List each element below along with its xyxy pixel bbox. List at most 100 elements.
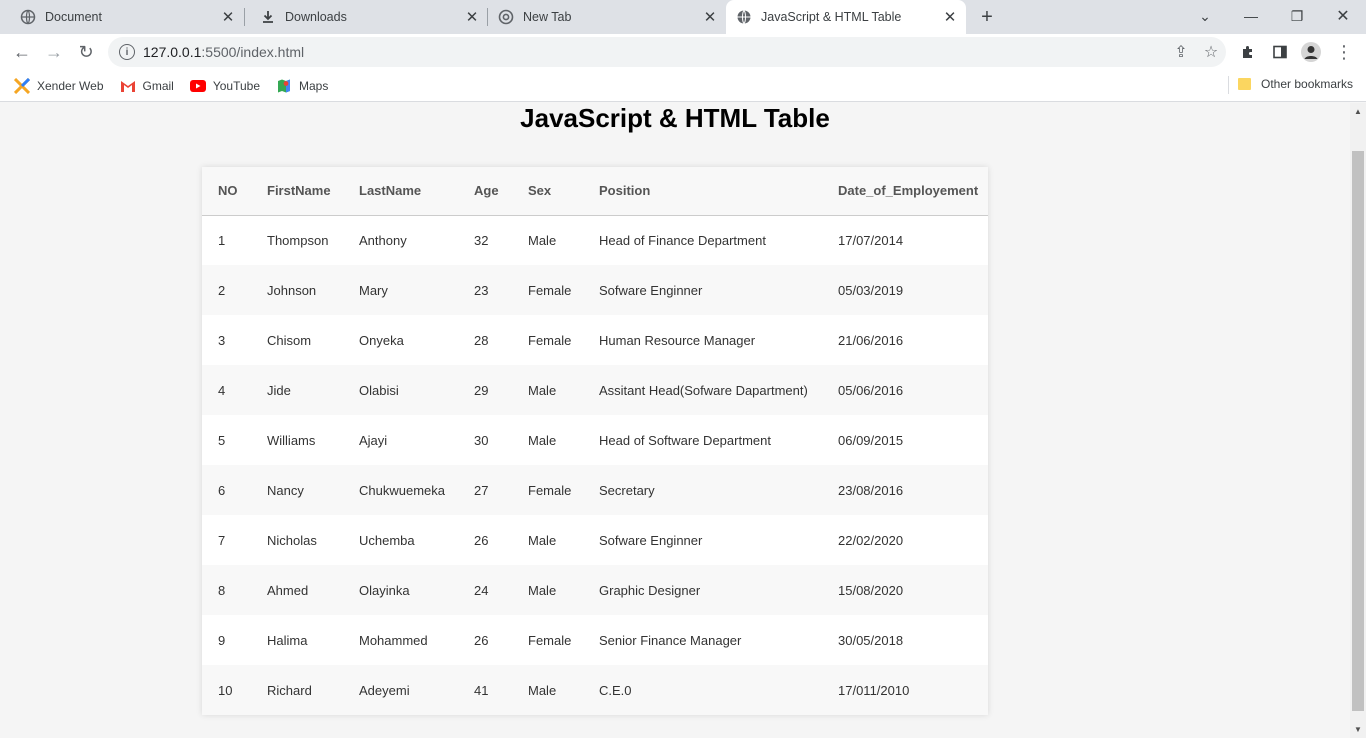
table-cell: 21/06/2016 bbox=[838, 332, 904, 348]
table-cell: Assitant Head(Sofware Dapartment) bbox=[584, 365, 823, 415]
table-cell: Male bbox=[528, 532, 557, 548]
table-cell: 1 bbox=[218, 232, 226, 248]
tab-downloads[interactable]: Downloads ✕ bbox=[245, 0, 488, 34]
table-cell: 28 bbox=[474, 332, 489, 348]
table-cell: Onyeka bbox=[359, 332, 404, 348]
vertical-scrollbar[interactable]: ▲ ▼ bbox=[1350, 103, 1366, 738]
scrollbar-thumb[interactable] bbox=[1352, 151, 1364, 711]
restore-icon[interactable]: ❐ bbox=[1274, 0, 1320, 32]
bookmark-youtube[interactable]: YouTube bbox=[182, 74, 268, 98]
table-cell: 32 bbox=[474, 232, 489, 248]
table-cell: Female bbox=[528, 632, 572, 648]
chrome-icon bbox=[498, 9, 514, 25]
table-cell: Ajayi bbox=[359, 432, 388, 448]
table-cell: Mary bbox=[344, 265, 459, 315]
close-icon[interactable]: ✕ bbox=[702, 9, 718, 26]
window-close-icon[interactable]: ✕ bbox=[1320, 0, 1366, 32]
table-cell: Sofware Enginner bbox=[584, 265, 823, 315]
table-row: 10 Richard Adeyemi 41 Male C.E.0 17/011/2010 bbox=[202, 665, 988, 715]
scroll-down-icon[interactable]: ▼ bbox=[1354, 725, 1362, 734]
menu-icon[interactable]: ⋮ bbox=[1330, 38, 1358, 66]
table-cell: Male bbox=[513, 665, 584, 715]
table-cell: 05/03/2019 bbox=[823, 265, 988, 315]
page-title: JavaScript & HTML Table bbox=[520, 103, 830, 133]
share-icon[interactable]: ⇪ bbox=[1166, 38, 1196, 66]
tab-search-icon[interactable]: ⌄ bbox=[1182, 0, 1228, 32]
employee-table-container: NO FirstName LastName Age Sex Position D… bbox=[202, 167, 988, 715]
table-cell: Anthony bbox=[359, 232, 407, 248]
table-cell: 6 bbox=[202, 465, 252, 515]
bookmark-divider bbox=[1228, 76, 1229, 94]
close-icon[interactable]: ✕ bbox=[464, 9, 480, 26]
other-bookmarks[interactable]: Other bookmarks bbox=[1238, 74, 1353, 94]
tab-label: New Tab bbox=[523, 10, 572, 24]
page-viewport: JavaScript & HTML Table NO FirstName Las… bbox=[0, 103, 1350, 738]
table-cell: 30 bbox=[474, 432, 489, 448]
table-row: 7 Nicholas Uchemba 26 Male Sofware Enginner 22… bbox=[202, 515, 988, 565]
table-cell: 29 bbox=[459, 365, 513, 415]
table-cell: Female bbox=[513, 465, 584, 515]
table-cell: 24 bbox=[459, 565, 513, 615]
extensions-icon[interactable] bbox=[1234, 38, 1262, 66]
table-cell: Johnson bbox=[252, 265, 344, 315]
other-bookmarks-label: Other bookmarks bbox=[1261, 77, 1354, 91]
bookmark-xender-web[interactable]: Xender Web bbox=[6, 74, 112, 98]
forward-icon[interactable]: → bbox=[40, 38, 68, 66]
table-cell: 3 bbox=[218, 332, 226, 348]
side-panel-icon[interactable] bbox=[1266, 38, 1294, 66]
header-age: Age bbox=[459, 167, 513, 216]
table-cell: Nicholas bbox=[267, 532, 317, 548]
table-row: 5 Williams Ajayi 30 Male Head of Software Dep… bbox=[202, 415, 988, 465]
table-cell: C.E.0 bbox=[584, 665, 823, 715]
table-cell: 15/08/2020 bbox=[823, 565, 988, 615]
reload-icon[interactable]: ↻ bbox=[72, 38, 100, 66]
table-cell: Male bbox=[528, 232, 557, 248]
url-path: :5500/index.html bbox=[201, 44, 305, 60]
close-icon[interactable]: ✕ bbox=[942, 9, 958, 26]
table-cell: 4 bbox=[202, 365, 252, 415]
scroll-up-icon[interactable]: ▲ bbox=[1354, 107, 1362, 116]
tab-document[interactable]: Document ✕ bbox=[0, 0, 244, 34]
address-bar[interactable]: i 127.0.0.1:5500/index.html ⇪ ☆ bbox=[108, 37, 1226, 67]
xender-icon bbox=[14, 77, 30, 94]
table-cell: Olayinka bbox=[344, 565, 459, 615]
table-cell: Female bbox=[513, 265, 584, 315]
table-cell: Senior Finance Manager bbox=[599, 632, 742, 648]
table-row: 2 Johnson Mary 23 Female Sofware Enginner 05/0… bbox=[202, 265, 988, 315]
back-icon[interactable]: ← bbox=[8, 38, 36, 66]
table-cell: Head of Finance Department bbox=[599, 232, 766, 248]
table-row: 6 Nancy Chukwuemeka 27 Female Secretary 23/08/… bbox=[202, 465, 988, 515]
url-host: 127.0.0.1 bbox=[143, 44, 202, 60]
folder-icon bbox=[1238, 78, 1251, 90]
tab-active[interactable]: JavaScript & HTML Table ✕ bbox=[726, 0, 966, 34]
download-icon bbox=[260, 9, 276, 25]
table-cell: 41 bbox=[459, 665, 513, 715]
table-cell: Jide bbox=[252, 365, 344, 415]
star-icon[interactable]: ☆ bbox=[1196, 38, 1226, 66]
gmail-icon bbox=[120, 78, 136, 94]
profile-avatar[interactable] bbox=[1297, 38, 1325, 66]
bookmark-maps[interactable]: Maps bbox=[268, 74, 336, 98]
table-cell: Thompson bbox=[267, 232, 329, 248]
tab-new-tab[interactable]: New Tab ✕ bbox=[488, 0, 726, 34]
site-info-icon[interactable]: i bbox=[119, 44, 135, 60]
table-body: 1 Thompson Anthony 32 Male Head of Finance De… bbox=[202, 215, 988, 715]
address-url[interactable]: 127.0.0.1:5500/index.html bbox=[143, 44, 1166, 60]
browser-toolbar: ← → ↻ i 127.0.0.1:5500/index.html ⇪ ☆ ⋮ bbox=[0, 34, 1366, 70]
table-cell: Williams bbox=[267, 432, 316, 448]
tab-label: JavaScript & HTML Table bbox=[761, 10, 902, 24]
globe-icon bbox=[20, 9, 36, 25]
table-cell: 2 bbox=[202, 265, 252, 315]
new-tab-button[interactable]: + bbox=[976, 6, 998, 28]
minimize-icon[interactable]: — bbox=[1228, 0, 1274, 32]
bookmark-gmail[interactable]: Gmail bbox=[112, 74, 182, 98]
bookmark-label: Xender Web bbox=[37, 78, 104, 93]
tab-label: Document bbox=[45, 10, 102, 24]
close-icon[interactable]: ✕ bbox=[220, 9, 236, 26]
table-cell: 17/07/2014 bbox=[838, 232, 904, 248]
table-cell: 7 bbox=[218, 532, 226, 548]
youtube-icon bbox=[189, 78, 206, 94]
header-sex: Sex bbox=[513, 167, 584, 216]
table-cell: Ahmed bbox=[252, 565, 344, 615]
table-row: 8 Ahmed Olayinka 24 Male Graphic Designer 15/0… bbox=[202, 565, 988, 615]
